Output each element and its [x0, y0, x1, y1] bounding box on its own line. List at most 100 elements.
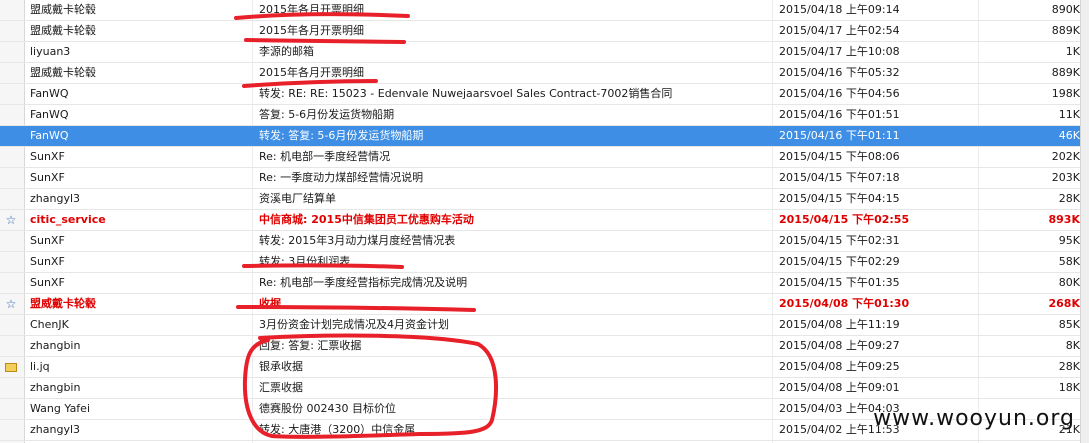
size-cell: 11K: [1058, 108, 1080, 121]
subject-cell: 转发: 大唐港（3200）中信金属: [259, 423, 416, 436]
subject-cell: Re: 一季度动力煤部经营情况说明: [259, 171, 424, 184]
size-cell: 1K: [1065, 45, 1080, 58]
date-cell: 2015/04/17 上午02:54: [779, 24, 900, 37]
message-row[interactable]: ChenJK 3月份资金计划完成情况及4月资金计划 2015/04/08 上午11:…: [0, 315, 1089, 336]
date-cell: 2015/04/15 下午02:55: [779, 213, 910, 226]
envelope-icon[interactable]: [2, 357, 20, 377]
star-icon[interactable]: ☆: [6, 213, 17, 227]
subject-cell: 资溪电厂结算单: [259, 192, 336, 205]
date-cell: 2015/04/15 下午02:31: [779, 234, 900, 247]
date-cell: 2015/04/08 上午09:25: [779, 360, 900, 373]
subject-cell: 汇票收据: [259, 381, 303, 394]
flag-cell[interactable]: [2, 42, 20, 62]
flag-cell[interactable]: [2, 252, 20, 272]
subject-cell: Re: 机电部一季度经营情况: [259, 150, 391, 163]
message-row[interactable]: li.jq 银承收据 2015/04/08 上午09:25 28K: [0, 357, 1089, 378]
star-icon[interactable]: ☆: [2, 210, 20, 230]
size-cell: 202K: [1051, 150, 1080, 163]
flag-cell[interactable]: [2, 273, 20, 293]
flag-cell[interactable]: [2, 378, 20, 398]
sender-cell: ChenJK: [30, 318, 69, 331]
message-row[interactable]: liyuan3 李源的邮箱 2015/04/17 上午10:08 1K: [0, 42, 1089, 63]
flag-cell[interactable]: [2, 399, 20, 419]
star-icon[interactable]: ☆: [2, 294, 20, 314]
message-row[interactable]: SunXF 转发: 3月份利润表 2015/04/15 下午02:29 58K: [0, 252, 1089, 273]
message-row[interactable]: FanWQ 转发: RE: RE: 15023 - Edenvale Nuweja…: [0, 84, 1089, 105]
subject-cell: 李源的邮箱: [259, 45, 314, 58]
flag-cell[interactable]: [2, 147, 20, 167]
message-row[interactable]: zhangbin 回复: 答复: 汇票收据 2015/04/08 上午09:27 8K: [0, 336, 1089, 357]
message-row[interactable]: ☆ citic_service 中信商城: 2015中信集团员工优惠购车活动 2015…: [0, 210, 1089, 231]
subject-cell: 转发: 答复: 5-6月份发运货物船期: [259, 129, 424, 142]
sender-cell: SunXF: [30, 255, 65, 268]
size-cell: 18K: [1058, 381, 1080, 394]
sender-cell: 盟威戴卡轮毂: [30, 3, 96, 16]
flag-cell[interactable]: [2, 315, 20, 335]
subject-cell: 转发: 3月份利润表: [259, 255, 351, 268]
message-row[interactable]: 盟威戴卡轮毂 2015年各月开票明细 2015/04/17 上午02:54 889K: [0, 21, 1089, 42]
date-cell: 2015/04/15 下午08:06: [779, 150, 900, 163]
size-cell: 890K: [1051, 3, 1080, 16]
flag-cell[interactable]: [2, 63, 20, 83]
flag-cell[interactable]: [2, 168, 20, 188]
flag-cell[interactable]: [2, 420, 20, 440]
subject-cell: 德赛股份 002430 目标价位: [259, 402, 396, 415]
message-list: 盟威戴卡轮毂 2015年各月开票明细 2015/04/18 上午09:14 890K 盟…: [0, 0, 1089, 443]
date-cell: 2015/04/15 下午02:29: [779, 255, 900, 268]
date-cell: 2015/04/18 上午09:14: [779, 3, 900, 16]
sender-cell: zhangbin: [30, 381, 81, 394]
size-cell: 8K: [1065, 339, 1080, 352]
subject-cell: 中信商城: 2015中信集团员工优惠购车活动: [259, 213, 474, 226]
message-row[interactable]: ☆ 盟威戴卡轮毂 收据 2015/04/08 下午01:30 268K: [0, 294, 1089, 315]
message-row[interactable]: SunXF 转发: 2015年3月动力煤月度经营情况表 2015/04/15 下午0…: [0, 231, 1089, 252]
size-cell: 893K: [1048, 213, 1081, 226]
date-cell: 2015/04/16 下午01:11: [779, 129, 900, 142]
size-cell: 203K: [1051, 171, 1080, 184]
sender-cell: li.jq: [30, 360, 50, 373]
message-row[interactable]: zhangbin 汇票收据 2015/04/08 上午09:01 18K: [0, 378, 1089, 399]
message-row[interactable]: 盟威戴卡轮毂 2015年各月开票明细 2015/04/18 上午09:14 890K: [0, 0, 1089, 21]
flag-cell[interactable]: [2, 0, 20, 20]
sender-cell: SunXF: [30, 150, 65, 163]
sender-cell: FanWQ: [30, 129, 69, 142]
message-row[interactable]: zhangyl3 资溪电厂结算单 2015/04/15 下午04:15 28K: [0, 189, 1089, 210]
subject-cell: Re: 机电部一季度经营指标完成情况及说明: [259, 276, 468, 289]
size-cell: 95K: [1058, 234, 1080, 247]
message-row[interactable]: FanWQ 转发: 答复: 5-6月份发运货物船期 2015/04/16 下午01:…: [0, 126, 1089, 147]
size-cell: 28K: [1058, 360, 1080, 373]
date-cell: 2015/04/17 上午10:08: [779, 45, 900, 58]
sender-cell: SunXF: [30, 171, 65, 184]
date-cell: 2015/04/15 下午01:35: [779, 276, 900, 289]
flag-cell[interactable]: [2, 231, 20, 251]
subject-cell: 回复: 答复: 汇票收据: [259, 339, 362, 352]
size-cell: 268K: [1048, 297, 1081, 310]
flag-cell[interactable]: [2, 105, 20, 125]
flag-cell[interactable]: [2, 21, 20, 41]
sender-cell: SunXF: [30, 276, 65, 289]
date-cell: 2015/04/16 下午01:51: [779, 108, 900, 121]
flag-cell[interactable]: [2, 189, 20, 209]
size-cell: 80K: [1058, 276, 1080, 289]
message-row[interactable]: SunXF Re: 机电部一季度经营指标完成情况及说明 2015/04/15 下午0…: [0, 273, 1089, 294]
sender-cell: liyuan3: [30, 45, 71, 58]
flag-cell[interactable]: [2, 336, 20, 356]
message-row[interactable]: 盟威戴卡轮毂 2015年各月开票明细 2015/04/16 下午05:32 889K: [0, 63, 1089, 84]
date-cell: 2015/04/15 下午07:18: [779, 171, 900, 184]
subject-cell: 2015年各月开票明细: [259, 3, 364, 16]
message-row[interactable]: SunXF Re: 一季度动力煤部经营情况说明 2015/04/15 下午07:18…: [0, 168, 1089, 189]
date-cell: 2015/04/08 上午11:19: [779, 318, 900, 331]
message-row[interactable]: FanWQ 答复: 5-6月份发运货物船期 2015/04/16 下午01:51 11…: [0, 105, 1089, 126]
sender-cell: zhangyl3: [30, 423, 81, 436]
subject-cell: 答复: 5-6月份发运货物船期: [259, 108, 395, 121]
sender-cell: citic_service: [30, 213, 106, 226]
size-cell: 889K: [1051, 66, 1080, 79]
flag-cell[interactable]: [2, 126, 20, 146]
subject-cell: 转发: 2015年3月动力煤月度经营情况表: [259, 234, 456, 247]
sender-cell: zhangyl3: [30, 192, 81, 205]
flag-cell[interactable]: [2, 84, 20, 104]
sender-cell: 盟威戴卡轮毂: [30, 24, 96, 37]
sender-cell: Wang Yafei: [30, 402, 91, 415]
star-icon[interactable]: ☆: [6, 297, 17, 311]
scrollbar-edge[interactable]: [1080, 0, 1089, 443]
message-row[interactable]: SunXF Re: 机电部一季度经营情况 2015/04/15 下午08:06 202…: [0, 147, 1089, 168]
